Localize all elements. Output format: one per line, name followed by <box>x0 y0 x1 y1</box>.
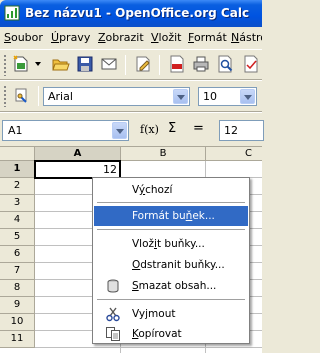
select-all-corner[interactable] <box>0 147 35 161</box>
toolbar-grip[interactable] <box>3 54 7 76</box>
toolbar-separator <box>159 55 160 75</box>
scissors-icon <box>106 307 120 322</box>
print-icon[interactable] <box>192 55 210 73</box>
email-icon[interactable] <box>100 55 118 73</box>
formatting-toolbar: Arial 10 <box>0 80 262 112</box>
toolbar-grip[interactable] <box>3 85 7 107</box>
chevron-down-icon[interactable] <box>173 89 188 104</box>
menu-item-cut[interactable]: Vyjmout <box>94 304 248 324</box>
row-header[interactable]: 3 <box>0 195 35 212</box>
menu-item-default[interactable]: Výchozí <box>94 180 248 200</box>
page-preview-icon[interactable] <box>216 55 234 73</box>
font-size-value: 10 <box>203 90 217 103</box>
column-header-c[interactable]: C <box>206 147 262 161</box>
open-folder-icon[interactable] <box>52 55 70 73</box>
grid-line <box>35 347 262 348</box>
formula-bar: A1 f(x) Σ = 12 <box>0 112 264 147</box>
cell-reference: A1 <box>8 124 23 137</box>
chevron-down-icon[interactable] <box>112 122 127 139</box>
menu-upravy[interactable]: Úpravy <box>51 31 90 44</box>
sum-button[interactable]: Σ <box>168 121 176 136</box>
title-bar: Bez názvu1 - OpenOffice.org Calc <box>0 0 262 27</box>
toolbar-separator <box>125 55 126 75</box>
styles-formatting-icon[interactable] <box>13 87 31 105</box>
formula-input[interactable]: 12 <box>219 120 264 141</box>
row-header[interactable]: 6 <box>0 246 35 263</box>
context-menu: Výchozí Formát buňek... Vložit buňky... … <box>92 177 250 344</box>
font-size-combo[interactable]: 10 <box>198 87 257 106</box>
toolbar-separator <box>38 86 39 106</box>
menu-item-label: Kopírovat <box>132 328 182 340</box>
menu-item-copy[interactable]: Kopírovat <box>94 324 248 344</box>
row-header[interactable]: 8 <box>0 280 35 297</box>
edit-file-icon[interactable] <box>134 55 152 73</box>
menu-separator <box>97 202 245 203</box>
name-box[interactable]: A1 <box>2 120 129 141</box>
menu-format[interactable]: Formát <box>188 31 227 44</box>
new-document-icon[interactable] <box>12 55 30 73</box>
menu-item-label: Vyjmout <box>132 308 176 320</box>
menu-separator <box>97 299 245 300</box>
menu-item-clear-contents[interactable]: Smazat obsah... <box>94 276 248 296</box>
row-header[interactable]: 4 <box>0 212 35 229</box>
menu-separator <box>97 229 245 230</box>
menu-soubor[interactable]: Soubor <box>4 31 43 44</box>
menu-item-format-cells[interactable]: Formát buňek... <box>94 206 248 226</box>
save-icon[interactable] <box>76 55 94 73</box>
row-header[interactable]: 7 <box>0 263 35 280</box>
chevron-down-icon[interactable] <box>240 89 255 104</box>
function-wizard-button[interactable]: f(x) <box>140 123 159 136</box>
new-dropdown-arrow[interactable] <box>35 62 41 66</box>
row-header[interactable]: 5 <box>0 229 35 246</box>
menu-item-label: Vložit buňky... <box>132 238 205 250</box>
calc-app-icon[interactable] <box>4 5 20 21</box>
menu-item-label: Smazat obsah... <box>132 280 217 292</box>
menu-item-label: Odstranit buňky... <box>132 259 225 271</box>
row-header[interactable]: 10 <box>0 314 35 331</box>
column-header-a[interactable]: A <box>35 147 121 161</box>
menu-item-delete-cells[interactable]: Odstranit buňky... <box>94 255 248 275</box>
font-name-combo[interactable]: Arial <box>43 87 190 106</box>
menu-item-label: Výchozí <box>132 184 173 196</box>
export-pdf-icon[interactable] <box>168 55 186 73</box>
column-header-b[interactable]: B <box>121 147 206 161</box>
cell-a1-value: 12 <box>103 163 117 176</box>
standard-toolbar <box>0 49 262 80</box>
row-header[interactable]: 11 <box>0 331 35 348</box>
menu-item-label: Formát buňek... <box>132 210 215 222</box>
spellcheck-icon[interactable] <box>242 55 260 73</box>
function-button[interactable]: = <box>193 121 204 136</box>
row-header[interactable]: 1 <box>0 161 35 178</box>
font-name-value: Arial <box>48 90 73 103</box>
row-header[interactable]: 9 <box>0 297 35 314</box>
eraser-icon <box>107 279 119 293</box>
menu-zobrazit[interactable]: Zobrazit <box>98 31 144 44</box>
menu-vlozit[interactable]: Vložit <box>151 31 181 44</box>
menu-item-insert-cells[interactable]: Vložit buňky... <box>94 234 248 254</box>
row-header[interactable]: 2 <box>0 178 35 195</box>
copy-icon <box>106 327 120 341</box>
menu-bar: Soubor Úpravy Zobrazit Vložit Formát Nás… <box>0 27 262 49</box>
window-title: Bez názvu1 - OpenOffice.org Calc <box>25 6 250 20</box>
formula-content: 12 <box>224 124 238 137</box>
menu-nastroje[interactable]: Nástro <box>231 31 262 44</box>
